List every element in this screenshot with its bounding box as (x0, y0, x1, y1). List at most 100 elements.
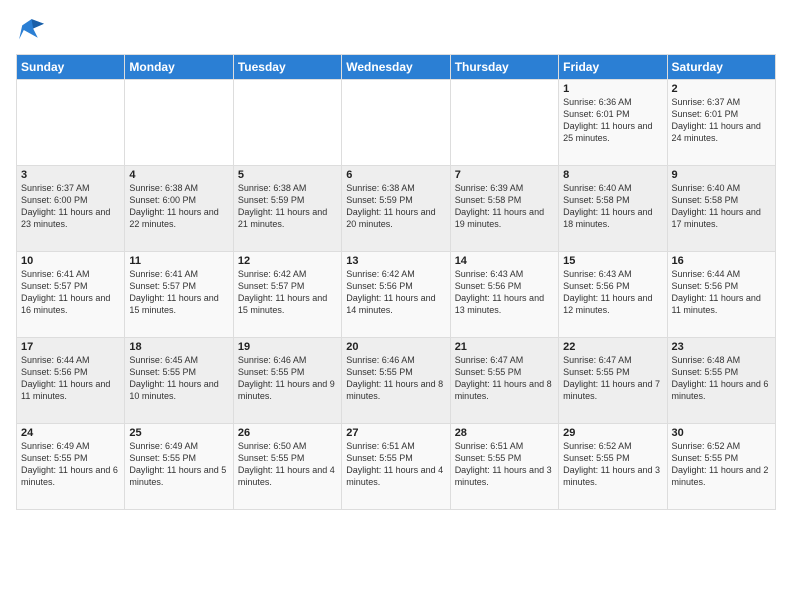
calendar-week-2: 10Sunrise: 6:41 AMSunset: 5:57 PMDayligh… (17, 252, 776, 338)
day-number: 19 (238, 341, 337, 353)
calendar-cell: 1Sunrise: 6:36 AMSunset: 6:01 PMDaylight… (559, 80, 667, 166)
calendar-cell: 25Sunrise: 6:49 AMSunset: 5:55 PMDayligh… (125, 424, 233, 510)
page: SundayMondayTuesdayWednesdayThursdayFrid… (0, 0, 792, 612)
calendar-cell: 8Sunrise: 6:40 AMSunset: 5:58 PMDaylight… (559, 166, 667, 252)
day-info: Sunrise: 6:37 AMSunset: 6:01 PMDaylight:… (672, 96, 771, 145)
day-number: 9 (672, 169, 771, 181)
calendar-week-1: 3Sunrise: 6:37 AMSunset: 6:00 PMDaylight… (17, 166, 776, 252)
calendar-week-3: 17Sunrise: 6:44 AMSunset: 5:56 PMDayligh… (17, 338, 776, 424)
calendar-cell: 6Sunrise: 6:38 AMSunset: 5:59 PMDaylight… (342, 166, 450, 252)
day-info: Sunrise: 6:49 AMSunset: 5:55 PMDaylight:… (129, 440, 228, 489)
day-info: Sunrise: 6:49 AMSunset: 5:55 PMDaylight:… (21, 440, 120, 489)
weekday-header-wednesday: Wednesday (342, 55, 450, 80)
day-info: Sunrise: 6:41 AMSunset: 5:57 PMDaylight:… (21, 268, 120, 317)
day-info: Sunrise: 6:38 AMSunset: 5:59 PMDaylight:… (346, 182, 445, 231)
calendar-cell: 30Sunrise: 6:52 AMSunset: 5:55 PMDayligh… (667, 424, 775, 510)
weekday-header-friday: Friday (559, 55, 667, 80)
calendar-cell: 15Sunrise: 6:43 AMSunset: 5:56 PMDayligh… (559, 252, 667, 338)
calendar-cell (17, 80, 125, 166)
calendar-cell: 3Sunrise: 6:37 AMSunset: 6:00 PMDaylight… (17, 166, 125, 252)
day-number: 26 (238, 427, 337, 439)
weekday-header-monday: Monday (125, 55, 233, 80)
day-number: 1 (563, 83, 662, 95)
calendar-cell: 10Sunrise: 6:41 AMSunset: 5:57 PMDayligh… (17, 252, 125, 338)
day-info: Sunrise: 6:38 AMSunset: 5:59 PMDaylight:… (238, 182, 337, 231)
day-info: Sunrise: 6:52 AMSunset: 5:55 PMDaylight:… (672, 440, 771, 489)
weekday-header-saturday: Saturday (667, 55, 775, 80)
day-info: Sunrise: 6:40 AMSunset: 5:58 PMDaylight:… (563, 182, 662, 231)
day-info: Sunrise: 6:42 AMSunset: 5:57 PMDaylight:… (238, 268, 337, 317)
calendar-cell: 2Sunrise: 6:37 AMSunset: 6:01 PMDaylight… (667, 80, 775, 166)
day-number: 27 (346, 427, 445, 439)
day-number: 20 (346, 341, 445, 353)
day-number: 28 (455, 427, 554, 439)
day-number: 4 (129, 169, 228, 181)
calendar-cell: 4Sunrise: 6:38 AMSunset: 6:00 PMDaylight… (125, 166, 233, 252)
calendar-cell (125, 80, 233, 166)
weekday-header-tuesday: Tuesday (233, 55, 341, 80)
day-number: 12 (238, 255, 337, 267)
day-number: 30 (672, 427, 771, 439)
calendar-cell: 20Sunrise: 6:46 AMSunset: 5:55 PMDayligh… (342, 338, 450, 424)
day-number: 8 (563, 169, 662, 181)
day-number: 6 (346, 169, 445, 181)
calendar-cell: 17Sunrise: 6:44 AMSunset: 5:56 PMDayligh… (17, 338, 125, 424)
day-number: 21 (455, 341, 554, 353)
day-number: 15 (563, 255, 662, 267)
day-number: 23 (672, 341, 771, 353)
day-info: Sunrise: 6:46 AMSunset: 5:55 PMDaylight:… (238, 354, 337, 403)
weekday-header-thursday: Thursday (450, 55, 558, 80)
calendar-header: SundayMondayTuesdayWednesdayThursdayFrid… (17, 55, 776, 80)
calendar-cell: 19Sunrise: 6:46 AMSunset: 5:55 PMDayligh… (233, 338, 341, 424)
calendar-cell: 7Sunrise: 6:39 AMSunset: 5:58 PMDaylight… (450, 166, 558, 252)
day-number: 2 (672, 83, 771, 95)
day-info: Sunrise: 6:51 AMSunset: 5:55 PMDaylight:… (455, 440, 554, 489)
logo-bird-icon (16, 16, 44, 44)
calendar-cell: 16Sunrise: 6:44 AMSunset: 5:56 PMDayligh… (667, 252, 775, 338)
day-number: 14 (455, 255, 554, 267)
day-info: Sunrise: 6:37 AMSunset: 6:00 PMDaylight:… (21, 182, 120, 231)
calendar-cell: 24Sunrise: 6:49 AMSunset: 5:55 PMDayligh… (17, 424, 125, 510)
day-info: Sunrise: 6:50 AMSunset: 5:55 PMDaylight:… (238, 440, 337, 489)
day-number: 29 (563, 427, 662, 439)
logo (16, 16, 48, 44)
calendar-cell: 23Sunrise: 6:48 AMSunset: 5:55 PMDayligh… (667, 338, 775, 424)
day-number: 17 (21, 341, 120, 353)
day-number: 24 (21, 427, 120, 439)
calendar-cell: 9Sunrise: 6:40 AMSunset: 5:58 PMDaylight… (667, 166, 775, 252)
day-info: Sunrise: 6:43 AMSunset: 5:56 PMDaylight:… (563, 268, 662, 317)
day-info: Sunrise: 6:45 AMSunset: 5:55 PMDaylight:… (129, 354, 228, 403)
day-info: Sunrise: 6:44 AMSunset: 5:56 PMDaylight:… (21, 354, 120, 403)
day-info: Sunrise: 6:42 AMSunset: 5:56 PMDaylight:… (346, 268, 445, 317)
day-number: 16 (672, 255, 771, 267)
weekday-row: SundayMondayTuesdayWednesdayThursdayFrid… (17, 55, 776, 80)
calendar-cell: 18Sunrise: 6:45 AMSunset: 5:55 PMDayligh… (125, 338, 233, 424)
calendar-cell: 29Sunrise: 6:52 AMSunset: 5:55 PMDayligh… (559, 424, 667, 510)
day-number: 13 (346, 255, 445, 267)
day-number: 11 (129, 255, 228, 267)
day-info: Sunrise: 6:41 AMSunset: 5:57 PMDaylight:… (129, 268, 228, 317)
day-info: Sunrise: 6:52 AMSunset: 5:55 PMDaylight:… (563, 440, 662, 489)
day-info: Sunrise: 6:40 AMSunset: 5:58 PMDaylight:… (672, 182, 771, 231)
day-number: 7 (455, 169, 554, 181)
calendar-cell (342, 80, 450, 166)
day-number: 5 (238, 169, 337, 181)
day-info: Sunrise: 6:51 AMSunset: 5:55 PMDaylight:… (346, 440, 445, 489)
day-number: 10 (21, 255, 120, 267)
day-info: Sunrise: 6:47 AMSunset: 5:55 PMDaylight:… (563, 354, 662, 403)
calendar-week-4: 24Sunrise: 6:49 AMSunset: 5:55 PMDayligh… (17, 424, 776, 510)
calendar-cell (450, 80, 558, 166)
calendar-cell: 22Sunrise: 6:47 AMSunset: 5:55 PMDayligh… (559, 338, 667, 424)
header (16, 16, 776, 44)
day-info: Sunrise: 6:47 AMSunset: 5:55 PMDaylight:… (455, 354, 554, 403)
calendar-cell: 13Sunrise: 6:42 AMSunset: 5:56 PMDayligh… (342, 252, 450, 338)
calendar-cell: 27Sunrise: 6:51 AMSunset: 5:55 PMDayligh… (342, 424, 450, 510)
day-number: 18 (129, 341, 228, 353)
calendar-cell (233, 80, 341, 166)
calendar-body: 1Sunrise: 6:36 AMSunset: 6:01 PMDaylight… (17, 80, 776, 510)
day-number: 3 (21, 169, 120, 181)
day-number: 25 (129, 427, 228, 439)
calendar: SundayMondayTuesdayWednesdayThursdayFrid… (16, 54, 776, 510)
day-info: Sunrise: 6:48 AMSunset: 5:55 PMDaylight:… (672, 354, 771, 403)
calendar-cell: 14Sunrise: 6:43 AMSunset: 5:56 PMDayligh… (450, 252, 558, 338)
